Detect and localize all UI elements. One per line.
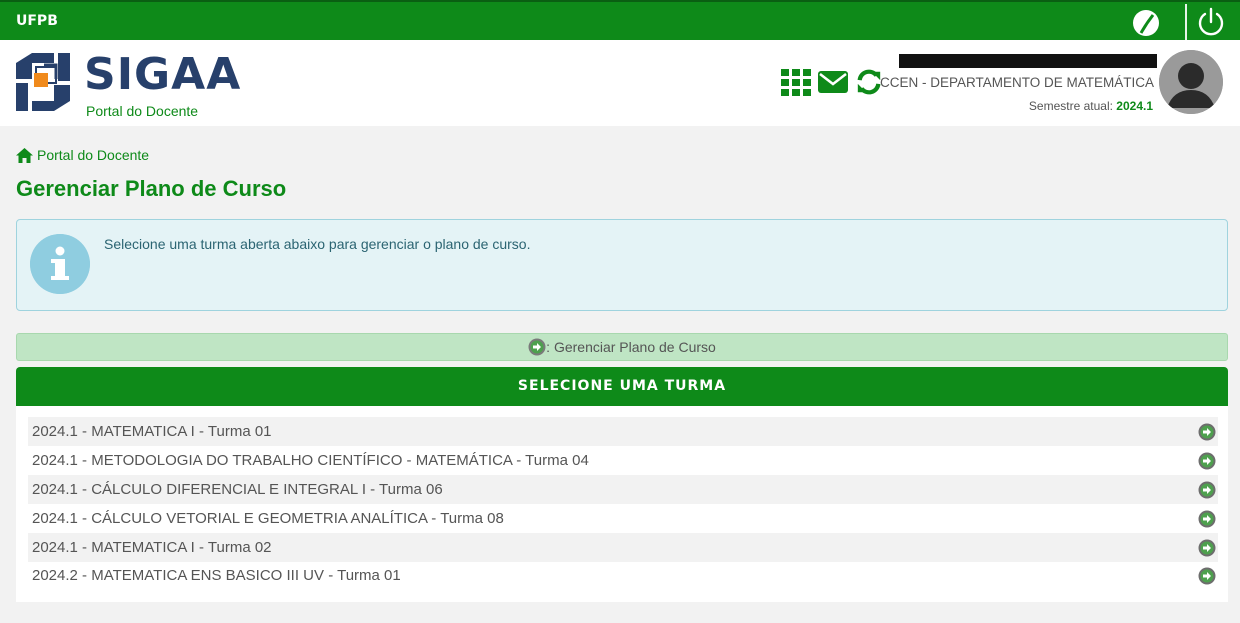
table-header: SELECIONE UMA TURMA (16, 367, 1228, 406)
arrow-right-circle-icon[interactable] (1198, 510, 1216, 528)
user-avatar-icon (1159, 50, 1223, 114)
semester-value: 2024.1 (1116, 99, 1153, 113)
legend-bar: : Gerenciar Plano de Curso (16, 333, 1228, 361)
breadcrumb-label[interactable]: Portal do Docente (37, 147, 149, 163)
info-message: Selecione uma turma aberta abaixo para g… (104, 236, 531, 252)
class-name[interactable]: 2024.1 - CÁLCULO VETORIAL E GEOMETRIA AN… (32, 510, 504, 527)
topbar-divider (1185, 4, 1187, 40)
arrow-right-circle-icon[interactable] (1198, 539, 1216, 557)
table-row[interactable]: 2024.1 - MATEMATICA I - Turma 01 (28, 417, 1218, 446)
table-row[interactable]: 2024.1 - CÁLCULO VETORIAL E GEOMETRIA AN… (28, 504, 1218, 533)
page-title: Gerenciar Plano de Curso (16, 176, 287, 201)
user-name-redacted (899, 54, 1157, 68)
top-bar: UFPB (0, 0, 1240, 40)
logo-title: SIGAA (84, 49, 242, 100)
avatar[interactable] (1159, 50, 1223, 114)
table-row[interactable]: 2024.2 - MATEMATICA ENS BASICO III UV - … (28, 561, 1218, 590)
table-row[interactable]: 2024.1 - MATEMATICA I - Turma 02 (28, 533, 1218, 562)
arrow-right-circle-icon[interactable] (1198, 567, 1216, 585)
sigaa-logo-icon[interactable] (14, 49, 72, 115)
legend-label: : Gerenciar Plano de Curso (546, 339, 716, 355)
info-icon (30, 234, 90, 294)
arrow-right-circle-icon[interactable] (1198, 481, 1216, 499)
info-box: Selecione uma turma aberta abaixo para g… (16, 219, 1228, 311)
current-semester: Semestre atual: 2024.1 (1029, 99, 1153, 113)
power-icon[interactable] (1195, 6, 1227, 38)
apps-grid-icon[interactable] (780, 68, 812, 96)
class-name[interactable]: 2024.1 - CÁLCULO DIFERENCIAL E INTEGRAL … (32, 481, 443, 498)
arrow-right-circle-icon[interactable] (1198, 452, 1216, 470)
table-row[interactable]: 2024.1 - METODOLOGIA DO TRABALHO CIENTÍF… (28, 446, 1218, 475)
table-row[interactable]: 2024.1 - CÁLCULO DIFERENCIAL E INTEGRAL … (28, 475, 1218, 504)
header: SIGAA Portal do Docente CCEN - DEPARTAME… (0, 40, 1240, 126)
breadcrumb[interactable]: Portal do Docente (16, 147, 149, 163)
semester-label: Semestre atual: (1028, 99, 1113, 113)
logo-subtitle: Portal do Docente (86, 103, 199, 119)
mail-icon[interactable] (817, 68, 849, 96)
class-name[interactable]: 2024.1 - MATEMATICA I - Turma 02 (32, 539, 272, 556)
class-name[interactable]: 2024.1 - MATEMATICA I - Turma 01 (32, 423, 272, 440)
home-icon (16, 147, 33, 163)
class-name[interactable]: 2024.1 - METODOLOGIA DO TRABALHO CIENTÍF… (32, 452, 589, 469)
contrast-icon[interactable] (1131, 8, 1161, 38)
class-name[interactable]: 2024.2 - MATEMATICA ENS BASICO III UV - … (32, 567, 401, 584)
classes-table: 2024.1 - MATEMATICA I - Turma 01 2024.1 … (16, 406, 1228, 602)
arrow-right-circle-icon (528, 338, 546, 356)
institution-label: UFPB (16, 13, 58, 29)
department-label: CCEN - DEPARTAMENTO DE MATEMÁTICA (879, 75, 1154, 90)
arrow-right-circle-icon[interactable] (1198, 423, 1216, 441)
